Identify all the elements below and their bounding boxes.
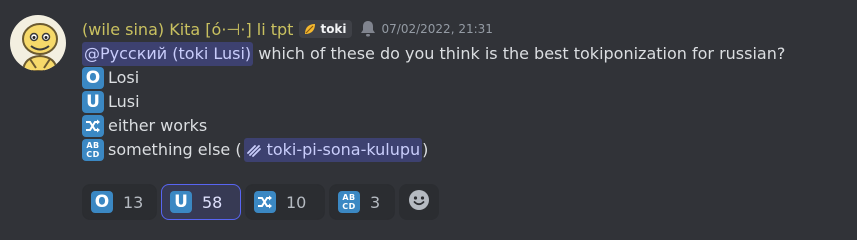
letter-u-emoji-icon: U [170,191,192,213]
channel-name: toki-pi-sona-kulupu [266,140,421,159]
reaction-o[interactable]: O 13 [82,184,157,220]
option-label: Lusi [108,92,140,111]
server-tag[interactable]: toki [299,20,352,38]
reaction-twisted-arrows[interactable]: 10 [245,184,325,220]
letter-u-emoji-icon: U [82,91,104,113]
option-label: either works [108,116,208,135]
add-reaction-button[interactable] [399,184,439,220]
abcd-emoji-icon: AB CD [338,191,360,213]
leaf-icon [303,22,317,36]
message-first-line: @Русский (toki Lusi) which of these do y… [82,42,785,66]
message-text: which of these do you think is the best … [253,44,786,63]
reaction-count: 3 [370,192,381,212]
thread-icon [245,141,263,159]
option-line: AB CD something else ( toki-pi-sona-kulup… [82,138,785,162]
server-tag-label: toki [320,22,347,36]
message-header: (wile sina) Kita [ó·⊣·] li tpt toki 07/0… [82,17,493,41]
reaction-u[interactable]: U 58 [161,184,241,220]
option-line: either works [82,114,785,138]
reaction-count: 13 [123,192,144,212]
option-line: U Lusi [82,90,785,114]
option-line: O Losi [82,66,785,90]
smiley-icon [408,189,430,215]
message-timestamp: 07/02/2022, 21:31 [381,22,493,36]
reaction-count: 58 [202,192,223,212]
author-name[interactable]: (wile sina) Kita [ó·⊣·] li tpt [82,20,293,39]
abcd-emoji-icon: AB CD [82,139,104,161]
option-label: something else ( [108,140,242,159]
user-avatar[interactable] [10,15,66,71]
reaction-count: 10 [286,192,307,212]
letter-o-emoji-icon: O [91,191,113,213]
channel-mention[interactable]: toki-pi-sona-kulupu [243,138,423,162]
option-suffix: ) [422,140,429,159]
role-mention[interactable]: @Русский (toki Lusi) [82,42,254,66]
reaction-abcd[interactable]: AB CD 3 [329,184,395,220]
twisted-arrows-icon [82,115,104,137]
letter-o-emoji-icon: O [82,67,104,89]
chat-message: (wile sina) Kita [ó·⊣·] li tpt toki 07/0… [0,0,857,240]
bell-icon [360,20,376,38]
message-content: @Русский (toki Lusi) which of these do y… [82,42,785,162]
option-label: Losi [108,68,140,87]
reactions-bar: O 13 U 58 10 AB CD 3 [82,184,439,220]
twisted-arrows-icon [254,191,276,213]
